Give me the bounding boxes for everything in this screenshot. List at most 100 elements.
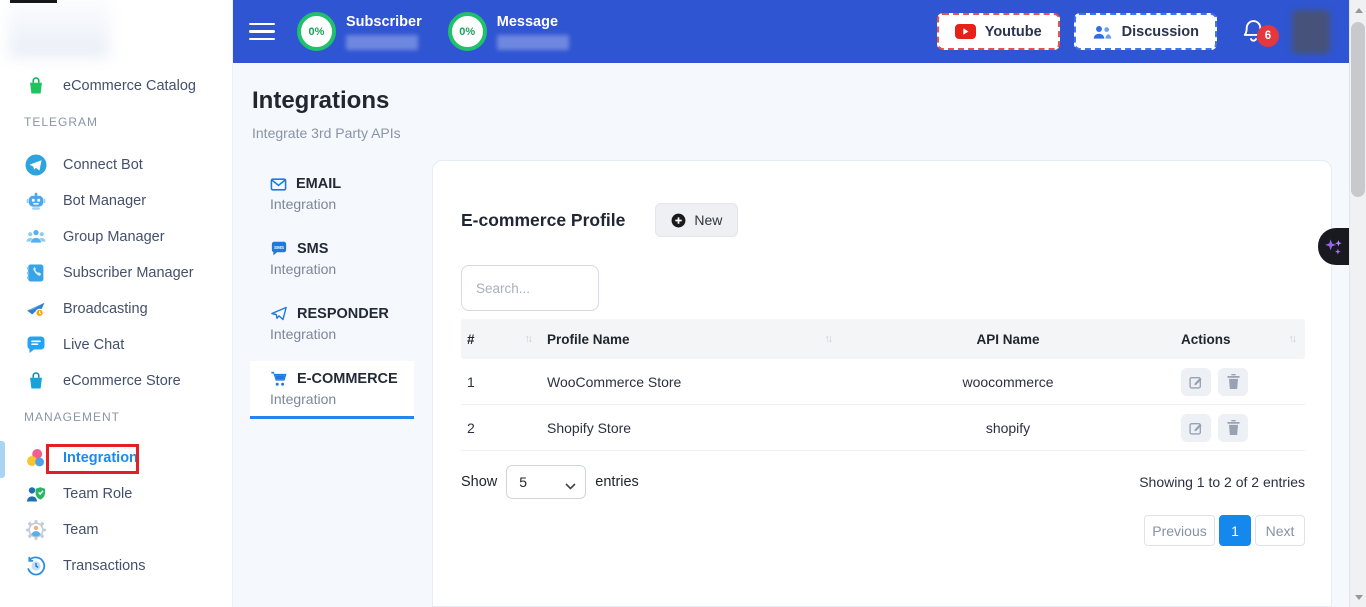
edit-icon xyxy=(1188,420,1204,436)
edit-icon xyxy=(1188,374,1204,390)
sidebar-item-label: Live Chat xyxy=(63,337,124,353)
discussion-button-label: Discussion xyxy=(1122,24,1199,40)
annotation-red-box xyxy=(46,444,139,474)
user-avatar[interactable] xyxy=(1292,10,1330,54)
vertical-scrollbar[interactable] xyxy=(1349,0,1366,607)
showing-entries-text: Showing 1 to 2 of 2 entries xyxy=(1139,474,1305,490)
subnav-item-name: EMAIL xyxy=(296,176,341,192)
sidebar-item-label: Broadcasting xyxy=(63,301,148,317)
app-logo[interactable] xyxy=(8,0,110,58)
shopping-cart-icon xyxy=(270,370,288,387)
sidebar-section-management: MANAGEMENT xyxy=(0,399,232,435)
column-header-num[interactable]: # xyxy=(467,332,475,347)
scrollbar-down-arrow[interactable] xyxy=(1350,589,1366,605)
column-header-api-name[interactable]: API Name xyxy=(976,332,1039,347)
sms-bubble-icon: SMS xyxy=(270,240,288,257)
ai-assistant-fab[interactable] xyxy=(1318,228,1349,265)
user-group-icon xyxy=(24,225,48,249)
next-page-button[interactable]: Next xyxy=(1255,515,1305,546)
subnav-responder-integration[interactable]: RESPONDER Integration xyxy=(250,296,414,351)
panel-title: E-commerce Profile xyxy=(461,210,625,231)
subnav-item-sub: Integration xyxy=(270,391,414,407)
pagination: Previous 1 Next xyxy=(461,515,1305,546)
sparkles-icon xyxy=(1324,236,1343,257)
sidebar-item-label: Group Manager xyxy=(63,229,165,245)
sidebar-item-label: eCommerce Store xyxy=(63,373,181,389)
message-progress-ring: 0% xyxy=(448,12,487,51)
sidebar-item-broadcasting[interactable]: Broadcasting xyxy=(0,291,232,327)
users-icon xyxy=(1092,24,1113,40)
gear-person-icon xyxy=(24,518,48,542)
paper-plane-icon xyxy=(270,305,288,322)
sidebar-item-ecommerce-catalog[interactable]: eCommerce Catalog xyxy=(0,68,232,104)
sidebar-item-group-manager[interactable]: Group Manager xyxy=(0,219,232,255)
page-1-button[interactable]: 1 xyxy=(1219,515,1251,546)
scrollbar-up-arrow[interactable] xyxy=(1350,2,1366,18)
svg-text:SMS: SMS xyxy=(274,245,284,250)
telegram-plane-icon xyxy=(24,153,48,177)
delete-button[interactable] xyxy=(1218,368,1248,396)
subscriber-progress-ring: 0% xyxy=(297,12,336,51)
sidebar-item-label: eCommerce Catalog xyxy=(63,78,196,94)
contact-book-phone-icon xyxy=(24,261,48,285)
sidebar-item-subscriber-manager[interactable]: Subscriber Manager xyxy=(0,255,232,291)
trash-icon xyxy=(1226,419,1241,436)
subnav-sms-integration[interactable]: SMS SMS Integration xyxy=(250,231,414,286)
edit-button[interactable] xyxy=(1181,368,1211,396)
page-size-select[interactable]: 5 xyxy=(506,465,586,499)
plus-circle-icon xyxy=(671,213,686,228)
page-title: Integrations xyxy=(252,87,389,115)
active-item-indicator xyxy=(0,441,5,478)
column-header-actions[interactable]: Actions xyxy=(1181,332,1231,347)
sidebar-item-bot-manager[interactable]: Bot Manager xyxy=(0,183,232,219)
row-num: 1 xyxy=(461,374,541,390)
youtube-button[interactable]: Youtube xyxy=(937,13,1060,50)
integration-subnav: EMAIL Integration SMS SMS Integration RE… xyxy=(250,167,414,429)
sidebar-item-transactions[interactable]: Transactions xyxy=(0,548,232,584)
row-num: 2 xyxy=(461,420,541,436)
row-profile-name: Shopify Store xyxy=(541,420,841,436)
message-stat-value-redacted xyxy=(497,35,569,50)
notifications-button[interactable]: 6 xyxy=(1241,18,1266,45)
sidebar-item-label: Transactions xyxy=(63,558,145,574)
sort-icon: ↑↓ xyxy=(825,333,836,345)
row-api-name: woocommerce xyxy=(841,374,1175,390)
sidebar-item-team-role[interactable]: Team Role xyxy=(0,476,232,512)
person-shield-check-icon xyxy=(24,482,48,506)
subnav-item-sub: Integration xyxy=(270,196,414,212)
hamburger-menu-icon[interactable] xyxy=(249,23,275,41)
scrollbar-thumb[interactable] xyxy=(1351,22,1365,197)
robot-icon xyxy=(24,189,48,213)
main-content: Integrations Integrate 3rd Party APIs EM… xyxy=(233,63,1366,607)
subnav-ecommerce-integration[interactable]: E-COMMERCE Integration xyxy=(250,361,414,419)
column-header-profile-name[interactable]: Profile Name xyxy=(547,332,630,347)
sidebar-item-live-chat[interactable]: Live Chat xyxy=(0,327,232,363)
message-stat: 0% Message xyxy=(448,12,569,51)
sidebar-item-ecommerce-store[interactable]: eCommerce Store xyxy=(0,363,232,399)
broadcast-send-icon xyxy=(24,297,48,321)
previous-page-button[interactable]: Previous xyxy=(1144,515,1215,546)
sidebar-item-label: Bot Manager xyxy=(63,193,146,209)
subnav-item-name: RESPONDER xyxy=(297,306,389,322)
sidebar-item-connect-bot[interactable]: Connect Bot xyxy=(0,147,232,183)
subnav-item-sub: Integration xyxy=(270,326,414,342)
sidebar-item-label: Team xyxy=(63,522,98,538)
sidebar-item-label: Connect Bot xyxy=(63,157,143,173)
entries-label: entries xyxy=(595,474,639,490)
subnav-email-integration[interactable]: EMAIL Integration xyxy=(250,167,414,221)
new-profile-button[interactable]: New xyxy=(655,203,738,237)
envelope-icon xyxy=(270,177,287,192)
sidebar-item-team[interactable]: Team xyxy=(0,512,232,548)
edit-button[interactable] xyxy=(1181,414,1211,442)
profiles-table: # ↑↓ Profile Name ↑↓ API Name Actions ↑↓… xyxy=(461,319,1305,451)
top-header: 0% Subscriber 0% Message Youtube Discuss… xyxy=(233,0,1366,63)
subscriber-stat: 0% Subscriber xyxy=(297,12,422,51)
history-clock-icon xyxy=(24,554,48,578)
sidebar-section-telegram: TELEGRAM xyxy=(0,104,232,140)
sidebar-item-label: Subscriber Manager xyxy=(63,265,194,281)
discussion-button[interactable]: Discussion xyxy=(1074,13,1217,50)
subscriber-stat-label: Subscriber xyxy=(346,14,422,30)
delete-button[interactable] xyxy=(1218,414,1248,442)
search-input[interactable] xyxy=(461,265,599,311)
table-row: 2 Shopify Store shopify xyxy=(461,405,1305,451)
